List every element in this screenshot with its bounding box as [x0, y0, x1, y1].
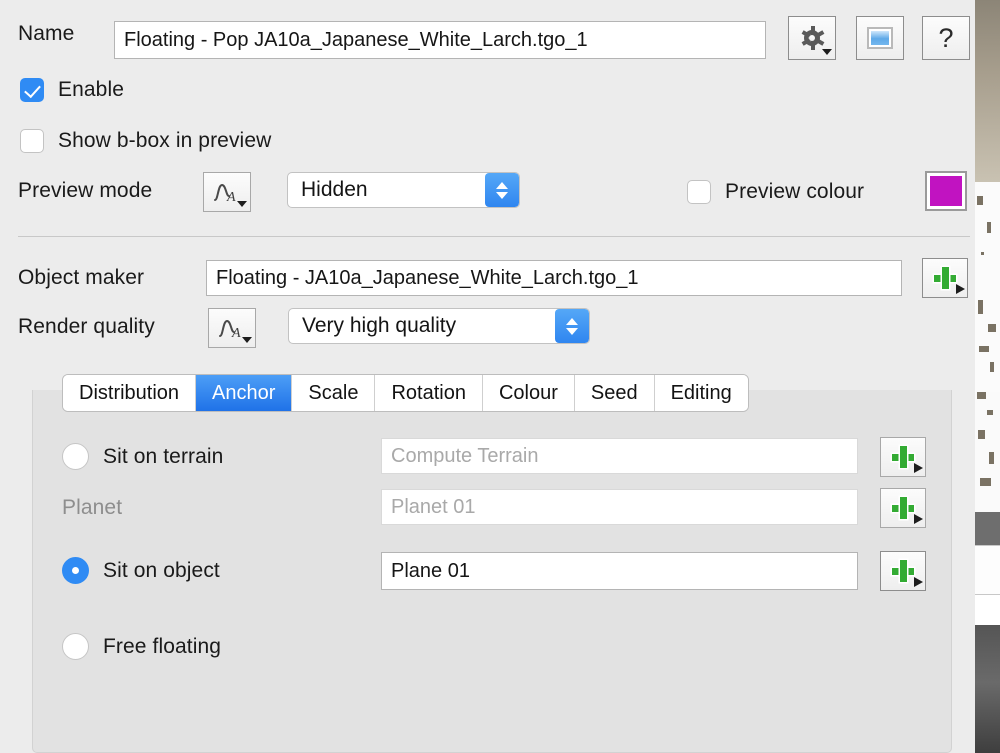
planet-add-button[interactable] [880, 488, 926, 528]
sit-on-object-row[interactable]: Sit on object [62, 557, 220, 584]
object-maker-input[interactable]: Floating - JA10a_Japanese_White_Larch.tg… [206, 260, 902, 296]
chevron-down-icon [822, 49, 832, 55]
tab-anchor[interactable]: Anchor [196, 375, 293, 411]
arrow-right-icon [914, 514, 923, 524]
free-floating-label: Free floating [103, 634, 222, 658]
preview-colour-row[interactable]: Preview colour [687, 180, 864, 204]
sit-on-terrain-input: Compute Terrain [381, 438, 858, 474]
tab-editing[interactable]: Editing [654, 375, 748, 411]
green-plus-icon [892, 560, 914, 582]
render-quality-function-button[interactable]: A [208, 308, 256, 348]
render-quality-row: Render quality [18, 315, 155, 339]
gear-menu-button[interactable] [788, 16, 836, 60]
properties-panel: Name Floating - Pop JA10a_Japanese_White… [0, 0, 975, 753]
section-divider [18, 236, 970, 237]
free-floating-row[interactable]: Free floating [62, 633, 221, 660]
arrow-right-icon [914, 463, 923, 473]
enable-checkbox[interactable] [20, 78, 44, 102]
svg-text:A: A [226, 190, 236, 204]
sit-on-terrain-label: Sit on terrain [103, 444, 224, 468]
planet-input: Planet 01 [381, 489, 858, 525]
tab-scale[interactable]: Scale [292, 375, 376, 411]
sit-on-object-input[interactable]: Plane 01 [381, 552, 858, 590]
show-bbox-label: Show b-box in preview [58, 129, 272, 152]
name-row: Name [18, 22, 74, 46]
help-button[interactable]: ? [922, 16, 970, 60]
planet-row: Planet [62, 496, 122, 520]
object-maker-add-button[interactable] [922, 258, 968, 298]
chevron-down-icon [242, 337, 252, 343]
enable-label: Enable [58, 78, 124, 101]
show-bbox-checkbox-row[interactable]: Show b-box in preview [20, 129, 271, 153]
preview-mode-value: Hidden [301, 178, 368, 201]
preview-mode-row: Preview mode [18, 179, 152, 203]
background-window-sliver [975, 0, 1000, 753]
render-quality-select[interactable]: Very high quality [288, 308, 590, 344]
tab-colour[interactable]: Colour [482, 375, 575, 411]
preview-colour-checkbox[interactable] [687, 180, 711, 204]
arrow-right-icon [956, 284, 965, 294]
green-plus-icon [934, 267, 956, 289]
preview-window-button[interactable] [856, 16, 904, 60]
render-quality-label: Render quality [18, 315, 155, 338]
green-plus-icon [892, 446, 914, 468]
object-properties-window: Name Floating - Pop JA10a_Japanese_White… [0, 0, 1000, 753]
name-input[interactable]: Floating - Pop JA10a_Japanese_White_Larc… [114, 21, 766, 59]
tab-seed[interactable]: Seed [574, 375, 655, 411]
svg-text:A: A [231, 326, 241, 340]
green-plus-icon [892, 497, 914, 519]
sit-on-object-add-button[interactable] [880, 551, 926, 591]
gear-icon [801, 26, 824, 50]
tab-bar: Distribution Anchor Scale Rotation Colou… [62, 374, 749, 412]
question-mark-icon: ? [938, 22, 954, 53]
free-floating-radio[interactable] [62, 633, 89, 660]
preview-colour-label: Preview colour [725, 180, 865, 203]
preview-window-icon [867, 27, 893, 49]
render-quality-value: Very high quality [302, 314, 457, 337]
render-quality-stepper[interactable] [555, 309, 589, 343]
name-label: Name [18, 22, 75, 45]
enable-checkbox-row[interactable]: Enable [20, 78, 124, 102]
colour-fill [930, 176, 962, 206]
sit-on-object-radio[interactable] [62, 557, 89, 584]
sit-on-terrain-row[interactable]: Sit on terrain [62, 443, 223, 470]
tab-distribution[interactable]: Distribution [63, 375, 197, 411]
object-maker-row: Object maker [18, 266, 144, 290]
preview-mode-select[interactable]: Hidden [287, 172, 520, 208]
show-bbox-checkbox[interactable] [20, 129, 44, 153]
chevron-down-icon [237, 201, 247, 207]
sit-on-object-label: Sit on object [103, 558, 220, 582]
arrow-right-icon [914, 577, 923, 587]
sit-on-terrain-radio[interactable] [62, 443, 89, 470]
object-maker-label: Object maker [18, 266, 145, 289]
preview-colour-swatch[interactable] [925, 171, 967, 211]
planet-label: Planet [62, 496, 123, 519]
sit-on-terrain-add-button[interactable] [880, 437, 926, 477]
tab-rotation[interactable]: Rotation [375, 375, 483, 411]
preview-mode-stepper[interactable] [485, 173, 519, 207]
preview-mode-label: Preview mode [18, 179, 153, 202]
preview-mode-function-button[interactable]: A [203, 172, 251, 212]
